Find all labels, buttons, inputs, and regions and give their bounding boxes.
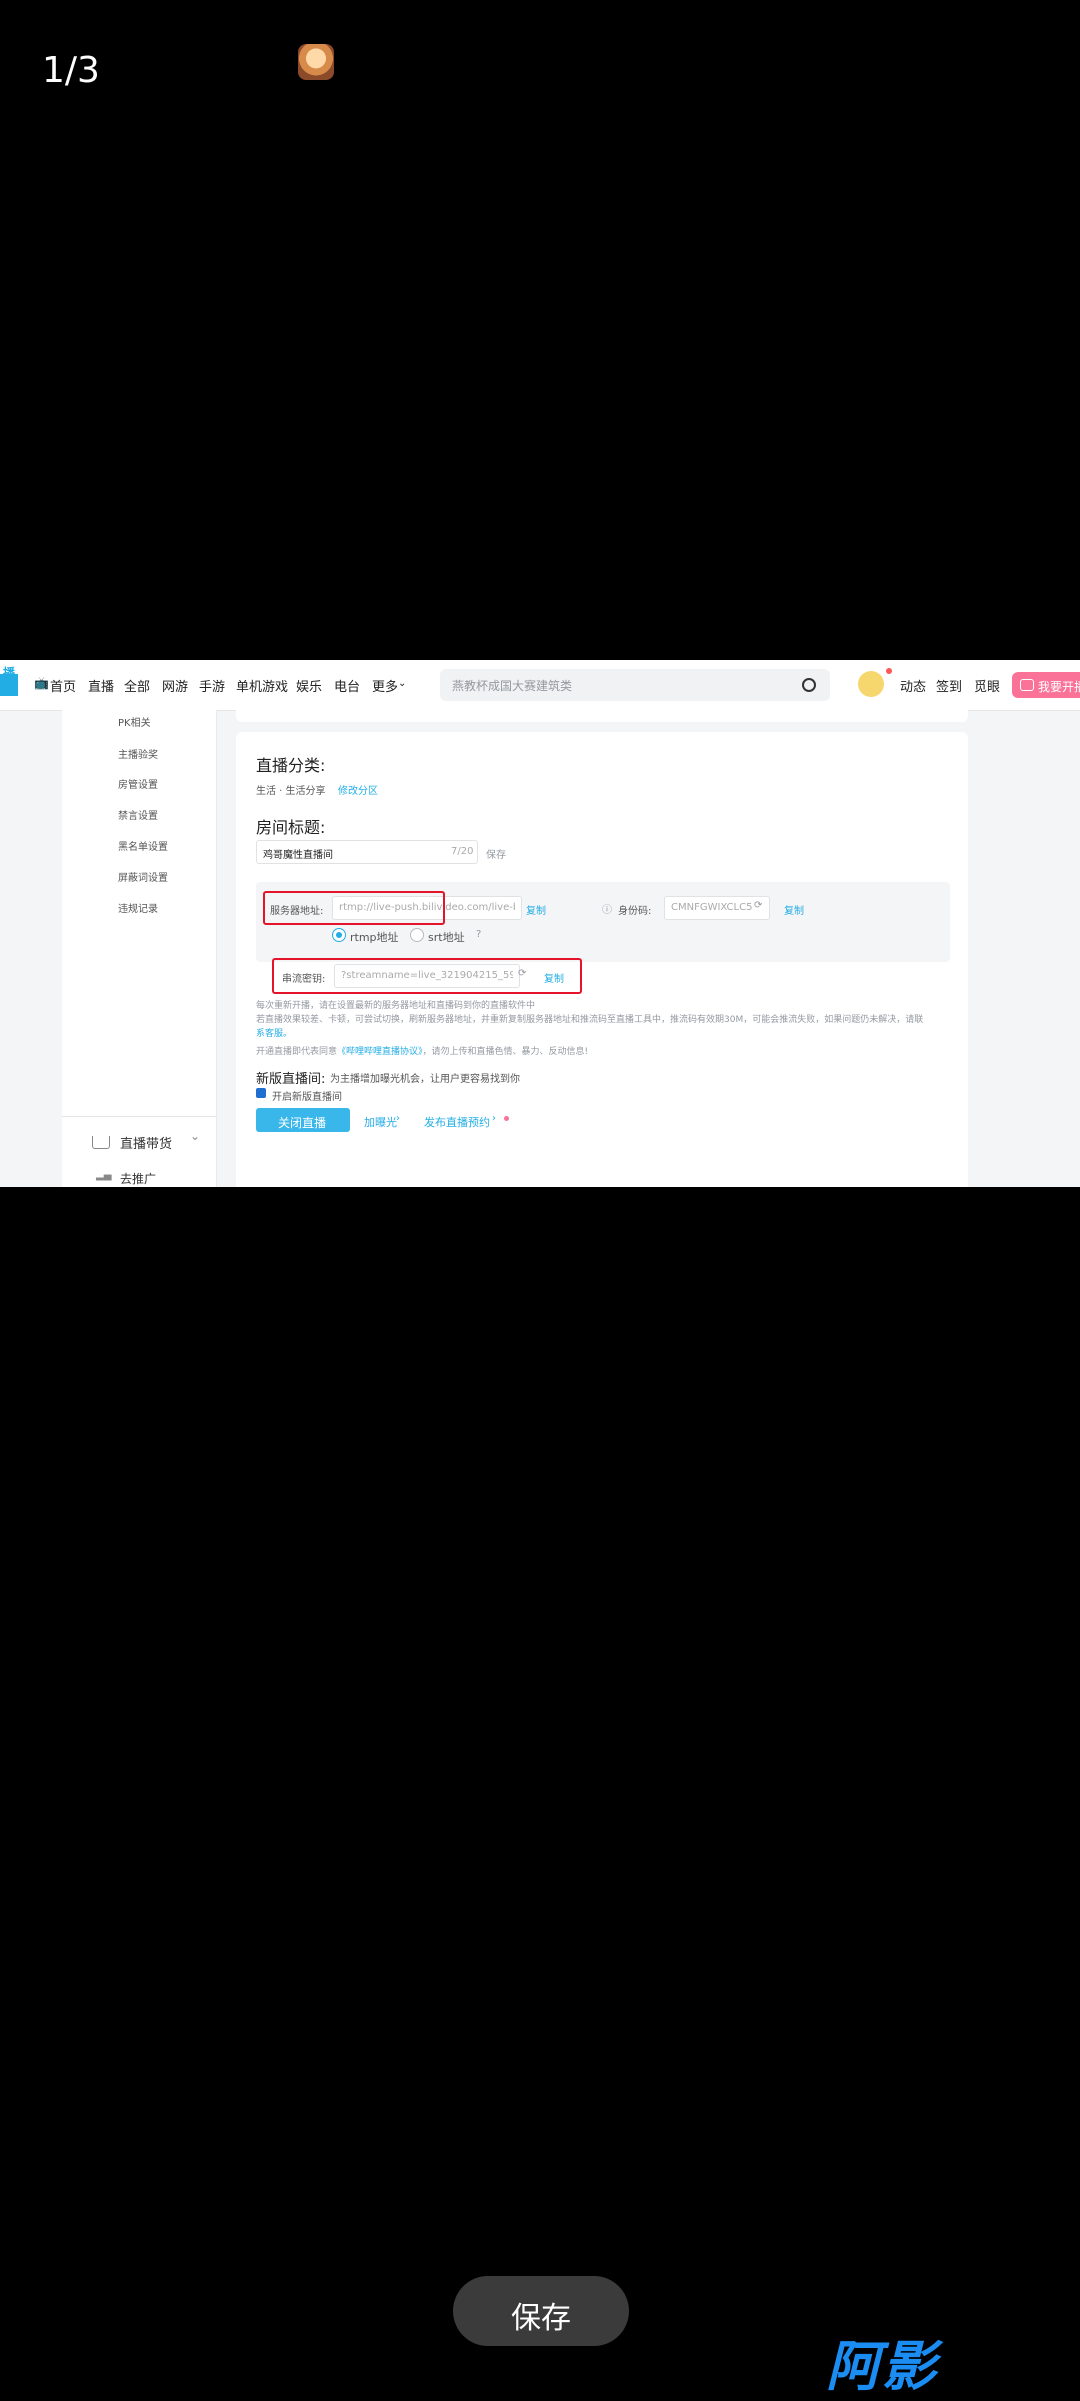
notice-line-1: 每次重新开播，请在设置最新的服务器地址和直播码到你的直播软件中	[256, 1001, 536, 1011]
agreement-link[interactable]: 《哔哩哔哩直播协议》	[337, 1047, 423, 1057]
nav-item-entertainment[interactable]: 娱乐	[296, 676, 322, 695]
id-code-label: 身份码:	[618, 906, 652, 917]
chevron-down-icon: ⌄	[398, 678, 407, 689]
image-counter: 1/3	[42, 50, 100, 91]
copy-id-button[interactable]: 复制	[784, 902, 804, 917]
sidebar-divider	[62, 1116, 216, 1117]
live-reservation-link[interactable]: 发布直播预约	[424, 1114, 490, 1130]
server-highlight	[263, 891, 445, 925]
uploader-avatar-icon[interactable]	[298, 44, 334, 80]
user-avatar[interactable]	[858, 671, 884, 697]
notice-line-2: 若直播效果较差、卡顿，可尝试切换，刷新服务器地址，并重新复制服务器地址和推流码至…	[256, 1015, 924, 1025]
search-placeholder: 燕教杯成国大赛建筑类	[452, 679, 573, 693]
new-room-desc: 为主播增加曝光机会，让用户更容易找到你	[330, 1074, 520, 1085]
chevron-down-icon[interactable]: ⌄	[190, 1129, 200, 1143]
screenshot-image: 播 📺 首页 直播 全部 网游 手游 单机游戏 娱乐 电台 更多 ⌄ 燕教杯成国…	[0, 660, 1080, 1187]
nav-item-online-games[interactable]: 网游	[162, 676, 188, 695]
nav-item-mask[interactable]: 觅眼	[974, 676, 1000, 695]
new-room-title: 新版直播间:	[256, 1072, 326, 1087]
new-badge-dot	[504, 1116, 509, 1121]
help-icon[interactable]: ?	[476, 929, 481, 940]
nav-item-radio[interactable]: 电台	[334, 676, 360, 695]
edit-category-link[interactable]: 修改分区	[338, 782, 378, 797]
previous-card	[236, 710, 968, 722]
sidebar-item-goods[interactable]: 直播带货	[120, 1133, 172, 1152]
agreement-notice: 开通直播即代表同意《哔哩哔哩直播协议》，请勿上传和直播色情、暴力、反动信息!	[256, 1047, 589, 1057]
sidebar-item-pk[interactable]: PK相关	[118, 714, 151, 729]
chevron-right-icon: ›	[492, 1113, 496, 1124]
camera-icon	[1020, 679, 1034, 691]
brand-logo: 阿影	[826, 2335, 938, 2398]
sidebar-item-anchor-reward[interactable]: 主播验奖	[118, 746, 158, 761]
search-input[interactable]: 燕教杯成国大赛建筑类	[440, 669, 830, 701]
top-nav: 播 📺 首页 直播 全部 网游 手游 单机游戏 娱乐 电台 更多 ⌄ 燕教杯成国…	[0, 660, 1080, 711]
room-title-count: 7/20	[451, 846, 474, 857]
rtmp-label: rtmp地址	[350, 931, 399, 944]
contact-support-link[interactable]: 系客服。	[256, 1026, 292, 1039]
sidebar-item-promote[interactable]: 去推广	[120, 1170, 156, 1187]
info-icon: ⓘ	[602, 905, 612, 916]
boost-exposure-link[interactable]: 加曝光	[364, 1114, 397, 1130]
sidebar: PK相关 主播验奖 房管设置 禁言设置 黑名单设置 屏蔽词设置 违规记录 直播带…	[62, 710, 217, 1187]
nav-item-mobile-games[interactable]: 手游	[199, 676, 225, 695]
nav-item-more[interactable]: 更多	[372, 676, 398, 695]
home-tv-icon: 📺	[34, 676, 49, 690]
close-live-button[interactable]: 关闭直播	[256, 1108, 350, 1132]
chart-icon: ▂▄	[96, 1170, 112, 1181]
live-settings-panel: 直播分类: 生活 · 生活分享 修改分区 房间标题: 鸡哥魔性直播间 7/20 …	[236, 732, 968, 1187]
room-title-save[interactable]: 保存	[486, 846, 506, 861]
new-room-toggle-label: 开启新版直播间	[272, 1092, 342, 1103]
stream-key-highlight	[272, 958, 582, 994]
category-value: 生活 · 生活分享	[256, 786, 326, 797]
sidebar-item-mute[interactable]: 禁言设置	[118, 807, 158, 822]
save-button[interactable]: 保存	[453, 2276, 629, 2346]
srt-radio[interactable]	[410, 928, 424, 942]
start-live-button[interactable]: 我要开播	[1012, 672, 1080, 698]
sidebar-item-violations[interactable]: 违规记录	[118, 900, 158, 915]
room-title-label: 房间标题:	[256, 818, 326, 837]
notification-dot	[886, 668, 892, 674]
srt-label: srt地址	[428, 931, 465, 944]
room-title-input[interactable]: 鸡哥魔性直播间 7/20	[256, 840, 478, 864]
copy-server-button[interactable]: 复制	[526, 902, 546, 917]
sidebar-item-blacklist[interactable]: 黑名单设置	[118, 838, 168, 853]
nav-item-home[interactable]: 首页	[50, 676, 76, 695]
search-icon[interactable]	[802, 678, 816, 692]
refresh-icon[interactable]: ⟳	[754, 900, 762, 911]
new-room-checkbox[interactable]	[256, 1088, 266, 1098]
chevron-right-icon: ›	[396, 1113, 400, 1124]
cart-icon	[92, 1136, 110, 1149]
nav-item-checkin[interactable]: 签到	[936, 676, 962, 695]
nav-item-all[interactable]: 全部	[124, 676, 150, 695]
sidebar-item-room-admin[interactable]: 房管设置	[118, 776, 158, 791]
logo-text: 播	[3, 666, 16, 680]
nav-item-single-player[interactable]: 单机游戏	[236, 676, 288, 695]
category-title: 直播分类:	[256, 756, 326, 775]
nav-item-live[interactable]: 直播	[88, 676, 114, 695]
rtmp-radio[interactable]	[332, 928, 346, 942]
nav-item-dynamic[interactable]: 动态	[900, 676, 926, 695]
sidebar-item-blocked-words[interactable]: 屏蔽词设置	[118, 869, 168, 884]
